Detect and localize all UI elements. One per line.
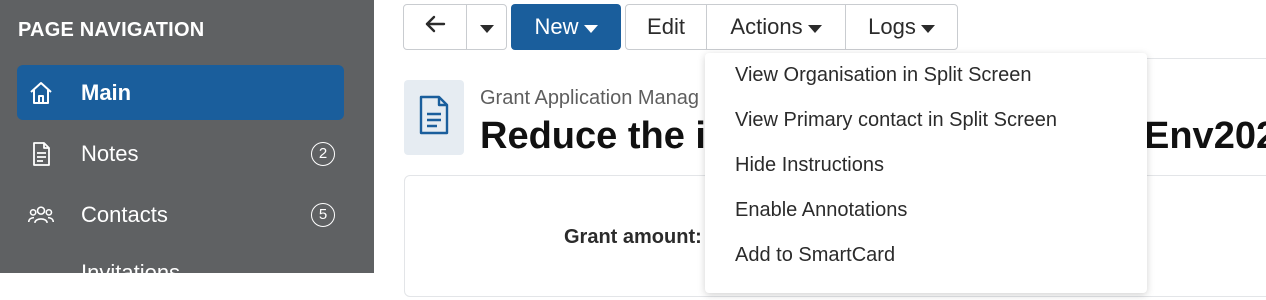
grant-amount-label: Grant amount: [564,226,702,248]
back-button[interactable] [404,5,466,49]
caret-down-icon [479,24,494,33]
menu-item-enable-annotations[interactable]: Enable Annotations [735,199,907,222]
edit-button-label: Edit [647,14,685,39]
menu-item-view-organisation[interactable]: View Organisation in Split Screen [735,64,1031,87]
sidebar-item-contacts[interactable]: Contacts 5 [17,187,344,242]
actions-button[interactable]: Actions [706,5,845,49]
record-actions-group: Edit Actions Logs [625,4,958,50]
sidebar: PAGE NAVIGATION Main Notes 2 Contacts 5 … [0,0,374,287]
count-badge: 2 [311,141,335,166]
menu-item-hide-instructions[interactable]: Hide Instructions [735,154,884,177]
new-button-label: New [534,14,579,39]
sidebar-item-label: Contacts [81,201,168,227]
logs-button[interactable]: Logs [845,5,957,49]
arrow-left-icon [423,13,447,41]
history-dropdown-button[interactable] [466,5,506,49]
edit-button[interactable]: Edit [626,5,706,49]
sidebar-item-main[interactable]: Main [17,65,344,120]
sidebar-item-label: Notes [81,140,139,166]
logs-button-label: Logs [868,14,916,39]
breadcrumb[interactable]: Grant Application Manag [480,87,699,110]
actions-dropdown-menu: View Organisation in Split Screen View P… [705,53,1147,293]
home-icon [27,79,55,107]
actions-button-label: Actions [730,14,803,39]
people-icon [27,201,55,229]
new-button[interactable]: New [511,4,621,50]
document-icon [417,94,451,141]
page-title-tail: Env202 [1144,115,1266,157]
sidebar-item-label: Main [81,79,132,105]
caret-down-icon [807,24,822,33]
menu-item-view-primary-contact[interactable]: View Primary contact in Split Screen [735,109,1057,132]
sidebar-title: PAGE NAVIGATION [18,19,205,41]
menu-item-add-to-smartcard[interactable]: Add to SmartCard [735,244,895,267]
sidebar-item-notes[interactable]: Notes 2 [17,126,344,181]
document-icon [27,140,55,168]
count-badge: 5 [311,202,335,227]
caret-down-icon [583,24,598,33]
record-type-icon [404,80,464,155]
back-button-group [403,4,507,50]
caret-down-icon [920,24,935,33]
page-title: Reduce the in [480,115,730,157]
